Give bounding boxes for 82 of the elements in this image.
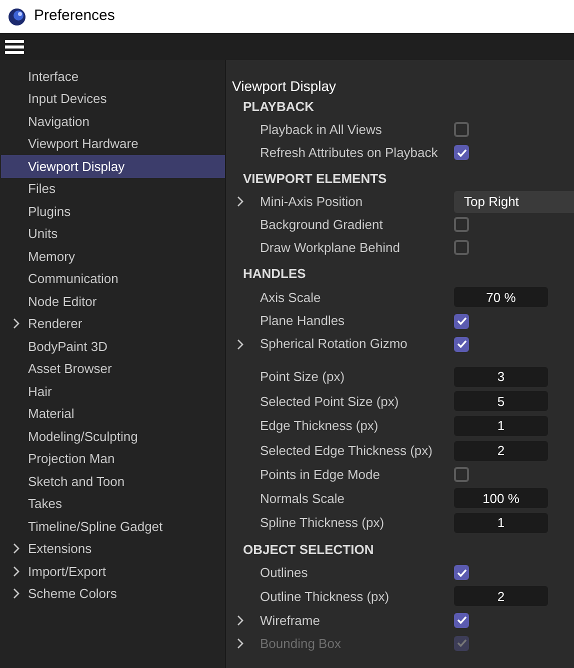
checkbox[interactable]: [454, 336, 469, 352]
setting-label: Playback in All Views: [260, 120, 383, 139]
setting-label: Outline Thickness (px): [260, 588, 390, 606]
sidebar-item[interactable]: Input Devices: [1, 88, 225, 110]
sidebar-item[interactable]: Viewport Display: [1, 155, 225, 178]
window-title: Preferences: [34, 6, 115, 26]
chevron-right-icon[interactable]: [13, 566, 20, 577]
sidebar-item[interactable]: Renderer: [1, 312, 225, 335]
setting-label: Spline Thickness (px): [260, 514, 386, 532]
checkbox[interactable]: [454, 217, 469, 232]
chevron-right-icon[interactable]: [13, 588, 20, 600]
chevron-right-icon[interactable]: [13, 543, 20, 554]
sidebar-item[interactable]: Projection Man: [1, 448, 225, 470]
setting-label: Selected Point Size (px): [260, 392, 400, 411]
setting-label: Mini-Axis Position: [260, 192, 364, 211]
sidebar-item[interactable]: Node Editor: [1, 290, 225, 312]
menu-icon[interactable]: [5, 40, 24, 54]
number-field[interactable]: 2: [454, 440, 548, 461]
sidebar-item[interactable]: Navigation: [1, 110, 225, 132]
sidebar-item[interactable]: Plugins: [1, 200, 225, 222]
section-heading: OBJECT SELECTION: [242, 541, 374, 560]
sidebar-item[interactable]: Memory: [1, 245, 225, 268]
sidebar-item[interactable]: Sketch and Toon: [1, 470, 225, 492]
setting-label: Points in Edge Mode: [260, 466, 381, 484]
setting-label: Refresh Attributes on Playback: [260, 144, 439, 162]
setting-label: Spherical Rotation Gizmo: [260, 335, 408, 354]
checkbox[interactable]: [454, 466, 469, 482]
number-field[interactable]: 100 %: [454, 488, 548, 508]
number-field[interactable]: 1: [454, 416, 548, 436]
sidebar-item[interactable]: Timeline/Spline Gadget: [1, 515, 225, 538]
sidebar-item[interactable]: Material: [1, 402, 225, 425]
sidebar-item[interactable]: Files: [1, 178, 225, 200]
sidebar-item[interactable]: Hair: [1, 380, 225, 402]
setting-label: Edge Thickness (px): [260, 417, 380, 436]
number-field[interactable]: 1: [454, 512, 548, 533]
setting-label: Background Gradient: [260, 216, 384, 234]
chevron-right-icon[interactable]: [237, 196, 244, 207]
sidebar-item[interactable]: Import/Export: [1, 560, 225, 582]
checkmark-icon: [456, 340, 466, 348]
sidebar-item[interactable]: Communication: [1, 268, 225, 290]
sidebar-item[interactable]: Scheme Colors: [1, 582, 225, 605]
number-field[interactable]: 5: [454, 391, 548, 412]
sidebar-item[interactable]: Viewport Hardware: [1, 132, 225, 155]
setting-label: Bounding Box: [260, 634, 342, 653]
setting-label: Plane Handles: [260, 312, 346, 330]
panel-title: Viewport Display: [232, 77, 338, 96]
setting-label: Axis Scale: [260, 288, 322, 307]
section-heading: VIEWPORT ELEMENTS: [242, 170, 387, 188]
number-field[interactable]: 3: [454, 366, 548, 387]
setting-label: Selected Edge Thickness (px): [260, 442, 434, 460]
number-field[interactable]: 2: [454, 586, 548, 606]
setting-label: Wireframe: [260, 612, 321, 630]
sidebar-item[interactable]: Asset Browser: [1, 358, 225, 380]
chevron-right-icon[interactable]: [237, 338, 244, 350]
setting-label: Outlines: [260, 564, 309, 582]
checkmark-icon: [456, 568, 466, 577]
checkbox[interactable]: [454, 565, 469, 580]
number-field[interactable]: 70 %: [454, 287, 548, 308]
chevron-right-icon[interactable]: [237, 614, 244, 626]
setting-label: Draw Workplane Behind: [260, 238, 401, 257]
checkmark-icon: [456, 148, 466, 156]
checkbox[interactable]: [454, 145, 469, 160]
sidebar-item[interactable]: Modeling/Sculpting: [1, 425, 225, 448]
sidebar-item[interactable]: BodyPaint 3D: [1, 335, 225, 358]
checkbox[interactable]: [454, 314, 469, 329]
checkbox[interactable]: [454, 122, 469, 137]
section-heading: PLAYBACK: [242, 98, 314, 116]
section-heading: HANDLES: [242, 265, 306, 283]
app-logo-icon: [8, 8, 26, 26]
sidebar-item[interactable]: Interface: [1, 65, 225, 88]
checkbox[interactable]: [454, 240, 469, 255]
setting-label: Point Size (px): [260, 368, 346, 386]
sidebar-item[interactable]: Extensions: [1, 538, 225, 560]
dropdown[interactable]: Top Right: [454, 190, 574, 212]
checkmark-icon: [456, 639, 466, 648]
sidebar-item[interactable]: Units: [1, 222, 225, 245]
chevron-right-icon[interactable]: [13, 318, 20, 330]
checkmark-icon: [456, 317, 466, 326]
sidebar-item[interactable]: Takes: [1, 492, 225, 515]
checkbox[interactable]: [454, 612, 469, 628]
setting-label: Normals Scale: [260, 490, 346, 508]
checkmark-icon: [456, 616, 466, 624]
